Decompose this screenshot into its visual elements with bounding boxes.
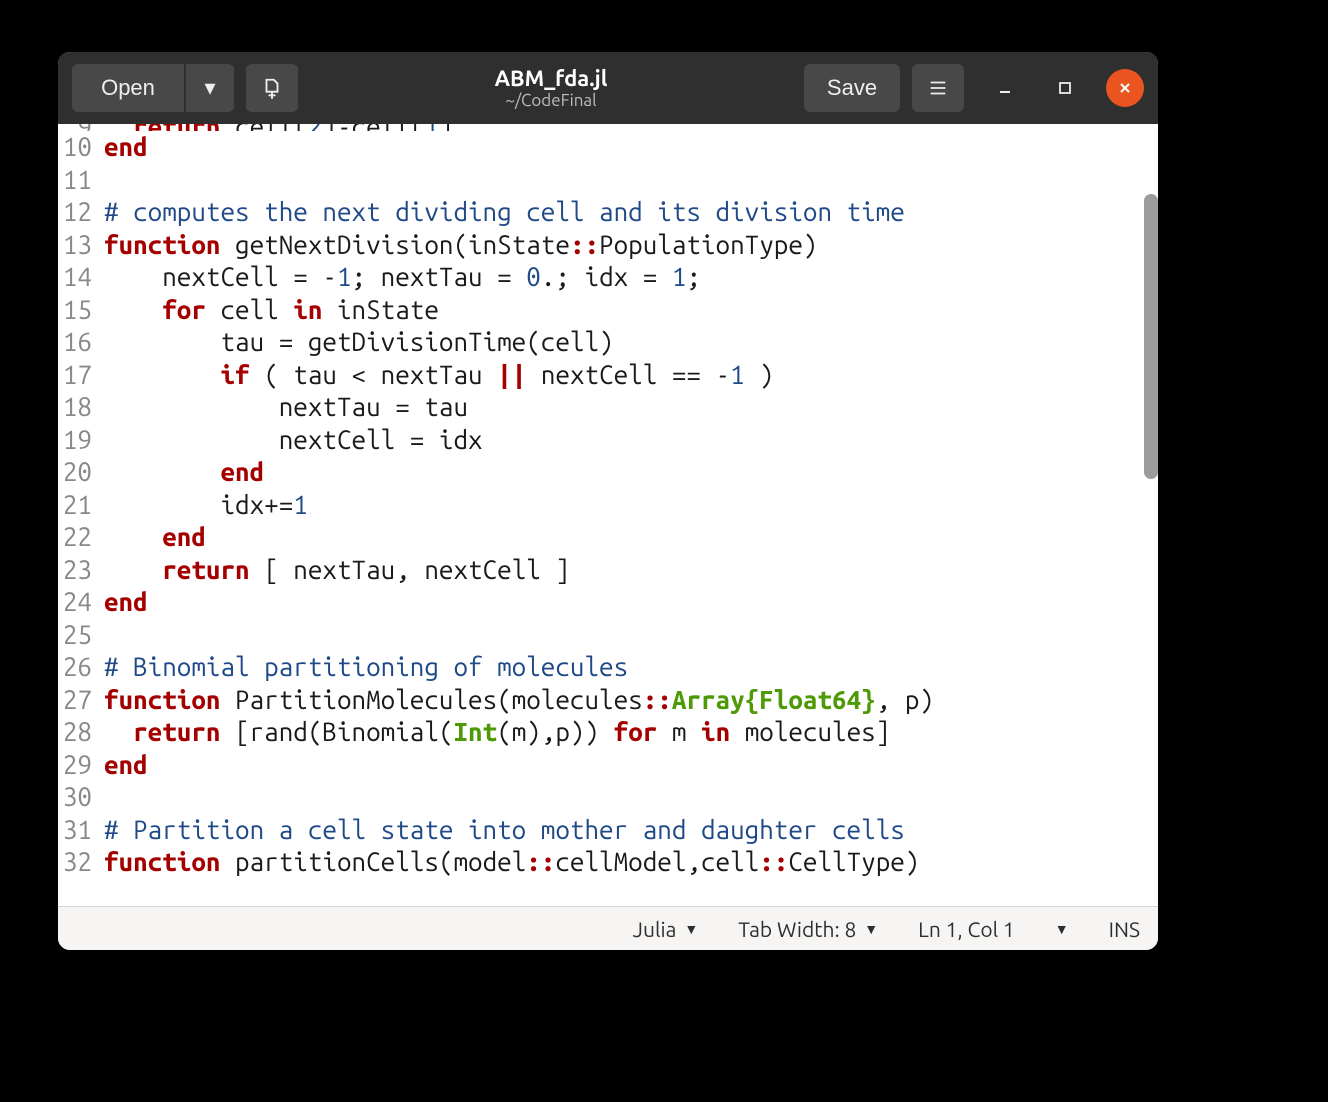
- code-line[interactable]: [104, 781, 1158, 814]
- code-line[interactable]: end: [104, 749, 1158, 782]
- close-button[interactable]: [1106, 69, 1144, 107]
- line-number: 19: [58, 424, 92, 457]
- code-line[interactable]: end: [104, 521, 1158, 554]
- save-button[interactable]: Save: [804, 64, 900, 112]
- goto-line-dropdown[interactable]: ▼: [1055, 921, 1069, 937]
- line-number: 32: [58, 846, 92, 879]
- line-number: 28: [58, 716, 92, 749]
- line-number: 17: [58, 359, 92, 392]
- hamburger-menu-button[interactable]: [912, 64, 964, 112]
- code-line[interactable]: for cell in inState: [104, 294, 1158, 327]
- chevron-down-icon: ▼: [684, 921, 698, 937]
- document-path: ~/CodeFinal: [310, 91, 792, 111]
- code-line[interactable]: nextCell = -1; nextTau = 0.; idx = 1;: [104, 261, 1158, 294]
- code-line[interactable]: tau = getDivisionTime(cell): [104, 326, 1158, 359]
- language-selector[interactable]: Julia ▼: [633, 917, 699, 941]
- code-line[interactable]: nextCell = idx: [104, 424, 1158, 457]
- editor-area[interactable]: 9101112131415161718192021222324252627282…: [58, 124, 1158, 906]
- new-document-icon: [261, 77, 283, 99]
- line-number: 31: [58, 814, 92, 847]
- code-line[interactable]: function PartitionMolecules(molecules::A…: [104, 684, 1158, 717]
- maximize-icon: [1057, 80, 1073, 96]
- insert-mode-label: INS: [1109, 917, 1140, 941]
- code-line[interactable]: [104, 619, 1158, 652]
- line-number: 15: [58, 294, 92, 327]
- code-line[interactable]: idx+=1: [104, 489, 1158, 522]
- chevron-down-icon: ▾: [204, 75, 215, 101]
- code-line[interactable]: end: [104, 456, 1158, 489]
- titlebar: Open ▾ ABM_fda.jl ~/CodeFinal Save: [58, 52, 1158, 124]
- line-number: 16: [58, 326, 92, 359]
- code-line[interactable]: return cell[2]-cell[1]: [104, 124, 1158, 131]
- code-line[interactable]: # Binomial partitioning of molecules: [104, 651, 1158, 684]
- cursor-position-label: Ln 1, Col 1: [918, 917, 1015, 941]
- line-number: 25: [58, 619, 92, 652]
- tab-width-label: Tab Width: 8: [738, 917, 856, 941]
- code-line[interactable]: return [rand(Binomial(Int(m),p)) for m i…: [104, 716, 1158, 749]
- line-number: 30: [58, 781, 92, 814]
- open-recent-dropdown[interactable]: ▾: [186, 64, 234, 112]
- line-number: 9: [58, 124, 92, 131]
- line-number: 24: [58, 586, 92, 619]
- minimize-button[interactable]: [986, 69, 1024, 107]
- line-number: 14: [58, 261, 92, 294]
- code-line[interactable]: nextTau = tau: [104, 391, 1158, 424]
- hamburger-icon: [927, 77, 949, 99]
- line-number: 21: [58, 489, 92, 522]
- code-line[interactable]: # computes the next dividing cell and it…: [104, 196, 1158, 229]
- new-tab-button[interactable]: [246, 64, 298, 112]
- open-button-group: Open ▾: [72, 64, 234, 112]
- title-area: ABM_fda.jl ~/CodeFinal: [310, 66, 792, 111]
- tab-width-selector[interactable]: Tab Width: 8 ▼: [738, 917, 878, 941]
- code-line[interactable]: function getNextDivision(inState::Popula…: [104, 229, 1158, 262]
- statusbar: Julia ▼ Tab Width: 8 ▼ Ln 1, Col 1 ▼ INS: [58, 906, 1158, 950]
- line-number: 27: [58, 684, 92, 717]
- cursor-position[interactable]: Ln 1, Col 1: [918, 917, 1015, 941]
- line-number: 10: [58, 131, 92, 164]
- line-number: 22: [58, 521, 92, 554]
- code-line[interactable]: # Partition a cell state into mother and…: [104, 814, 1158, 847]
- code-content[interactable]: return cell[2]-cell[1]end# computes the …: [98, 124, 1158, 906]
- chevron-down-icon: ▼: [864, 921, 878, 937]
- line-number: 26: [58, 651, 92, 684]
- document-title: ABM_fda.jl: [310, 66, 792, 91]
- code-line[interactable]: return [ nextTau, nextCell ]: [104, 554, 1158, 587]
- code-line[interactable]: end: [104, 131, 1158, 164]
- line-number: 18: [58, 391, 92, 424]
- chevron-down-icon: ▼: [1055, 921, 1069, 937]
- code-line[interactable]: end: [104, 586, 1158, 619]
- code-line[interactable]: [104, 164, 1158, 197]
- language-label: Julia: [633, 917, 677, 941]
- line-number: 29: [58, 749, 92, 782]
- line-number: 12: [58, 196, 92, 229]
- code-line[interactable]: function partitionCells(model::cellModel…: [104, 846, 1158, 879]
- line-number: 23: [58, 554, 92, 587]
- line-number: 20: [58, 456, 92, 489]
- close-icon: [1117, 80, 1133, 96]
- minimize-icon: [997, 80, 1013, 96]
- line-number: 13: [58, 229, 92, 262]
- maximize-button[interactable]: [1046, 69, 1084, 107]
- scrollbar-thumb[interactable]: [1144, 194, 1158, 479]
- code-line[interactable]: if ( tau < nextTau || nextCell == -1 ): [104, 359, 1158, 392]
- editor-window: Open ▾ ABM_fda.jl ~/CodeFinal Save 91011…: [58, 52, 1158, 950]
- open-button[interactable]: Open: [72, 64, 184, 112]
- line-number-gutter: 9101112131415161718192021222324252627282…: [58, 124, 98, 906]
- line-number: 11: [58, 164, 92, 197]
- insert-mode[interactable]: INS: [1109, 917, 1140, 941]
